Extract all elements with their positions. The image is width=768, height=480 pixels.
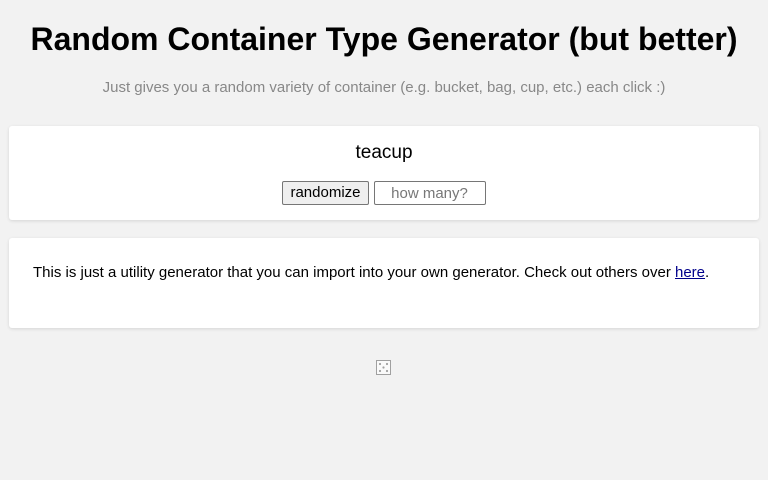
- info-text: This is just a utility generator that yo…: [33, 264, 733, 283]
- info-text-end: .: [705, 264, 710, 281]
- generator-output: teacup: [355, 142, 413, 163]
- here-link[interactable]: here: [675, 264, 705, 281]
- info-card: [9, 238, 759, 328]
- page-subtitle: Just gives you a random variety of conta…: [102, 79, 666, 96]
- info-text-body: This is just a utility generator that yo…: [33, 264, 675, 281]
- randomize-button[interactable]: randomize: [282, 181, 369, 205]
- dice-icon[interactable]: [376, 360, 391, 375]
- count-input[interactable]: [373, 181, 486, 205]
- page-title: Random Container Type Generator (but bet…: [30, 21, 738, 57]
- generator-controls: randomize: [0, 181, 768, 205]
